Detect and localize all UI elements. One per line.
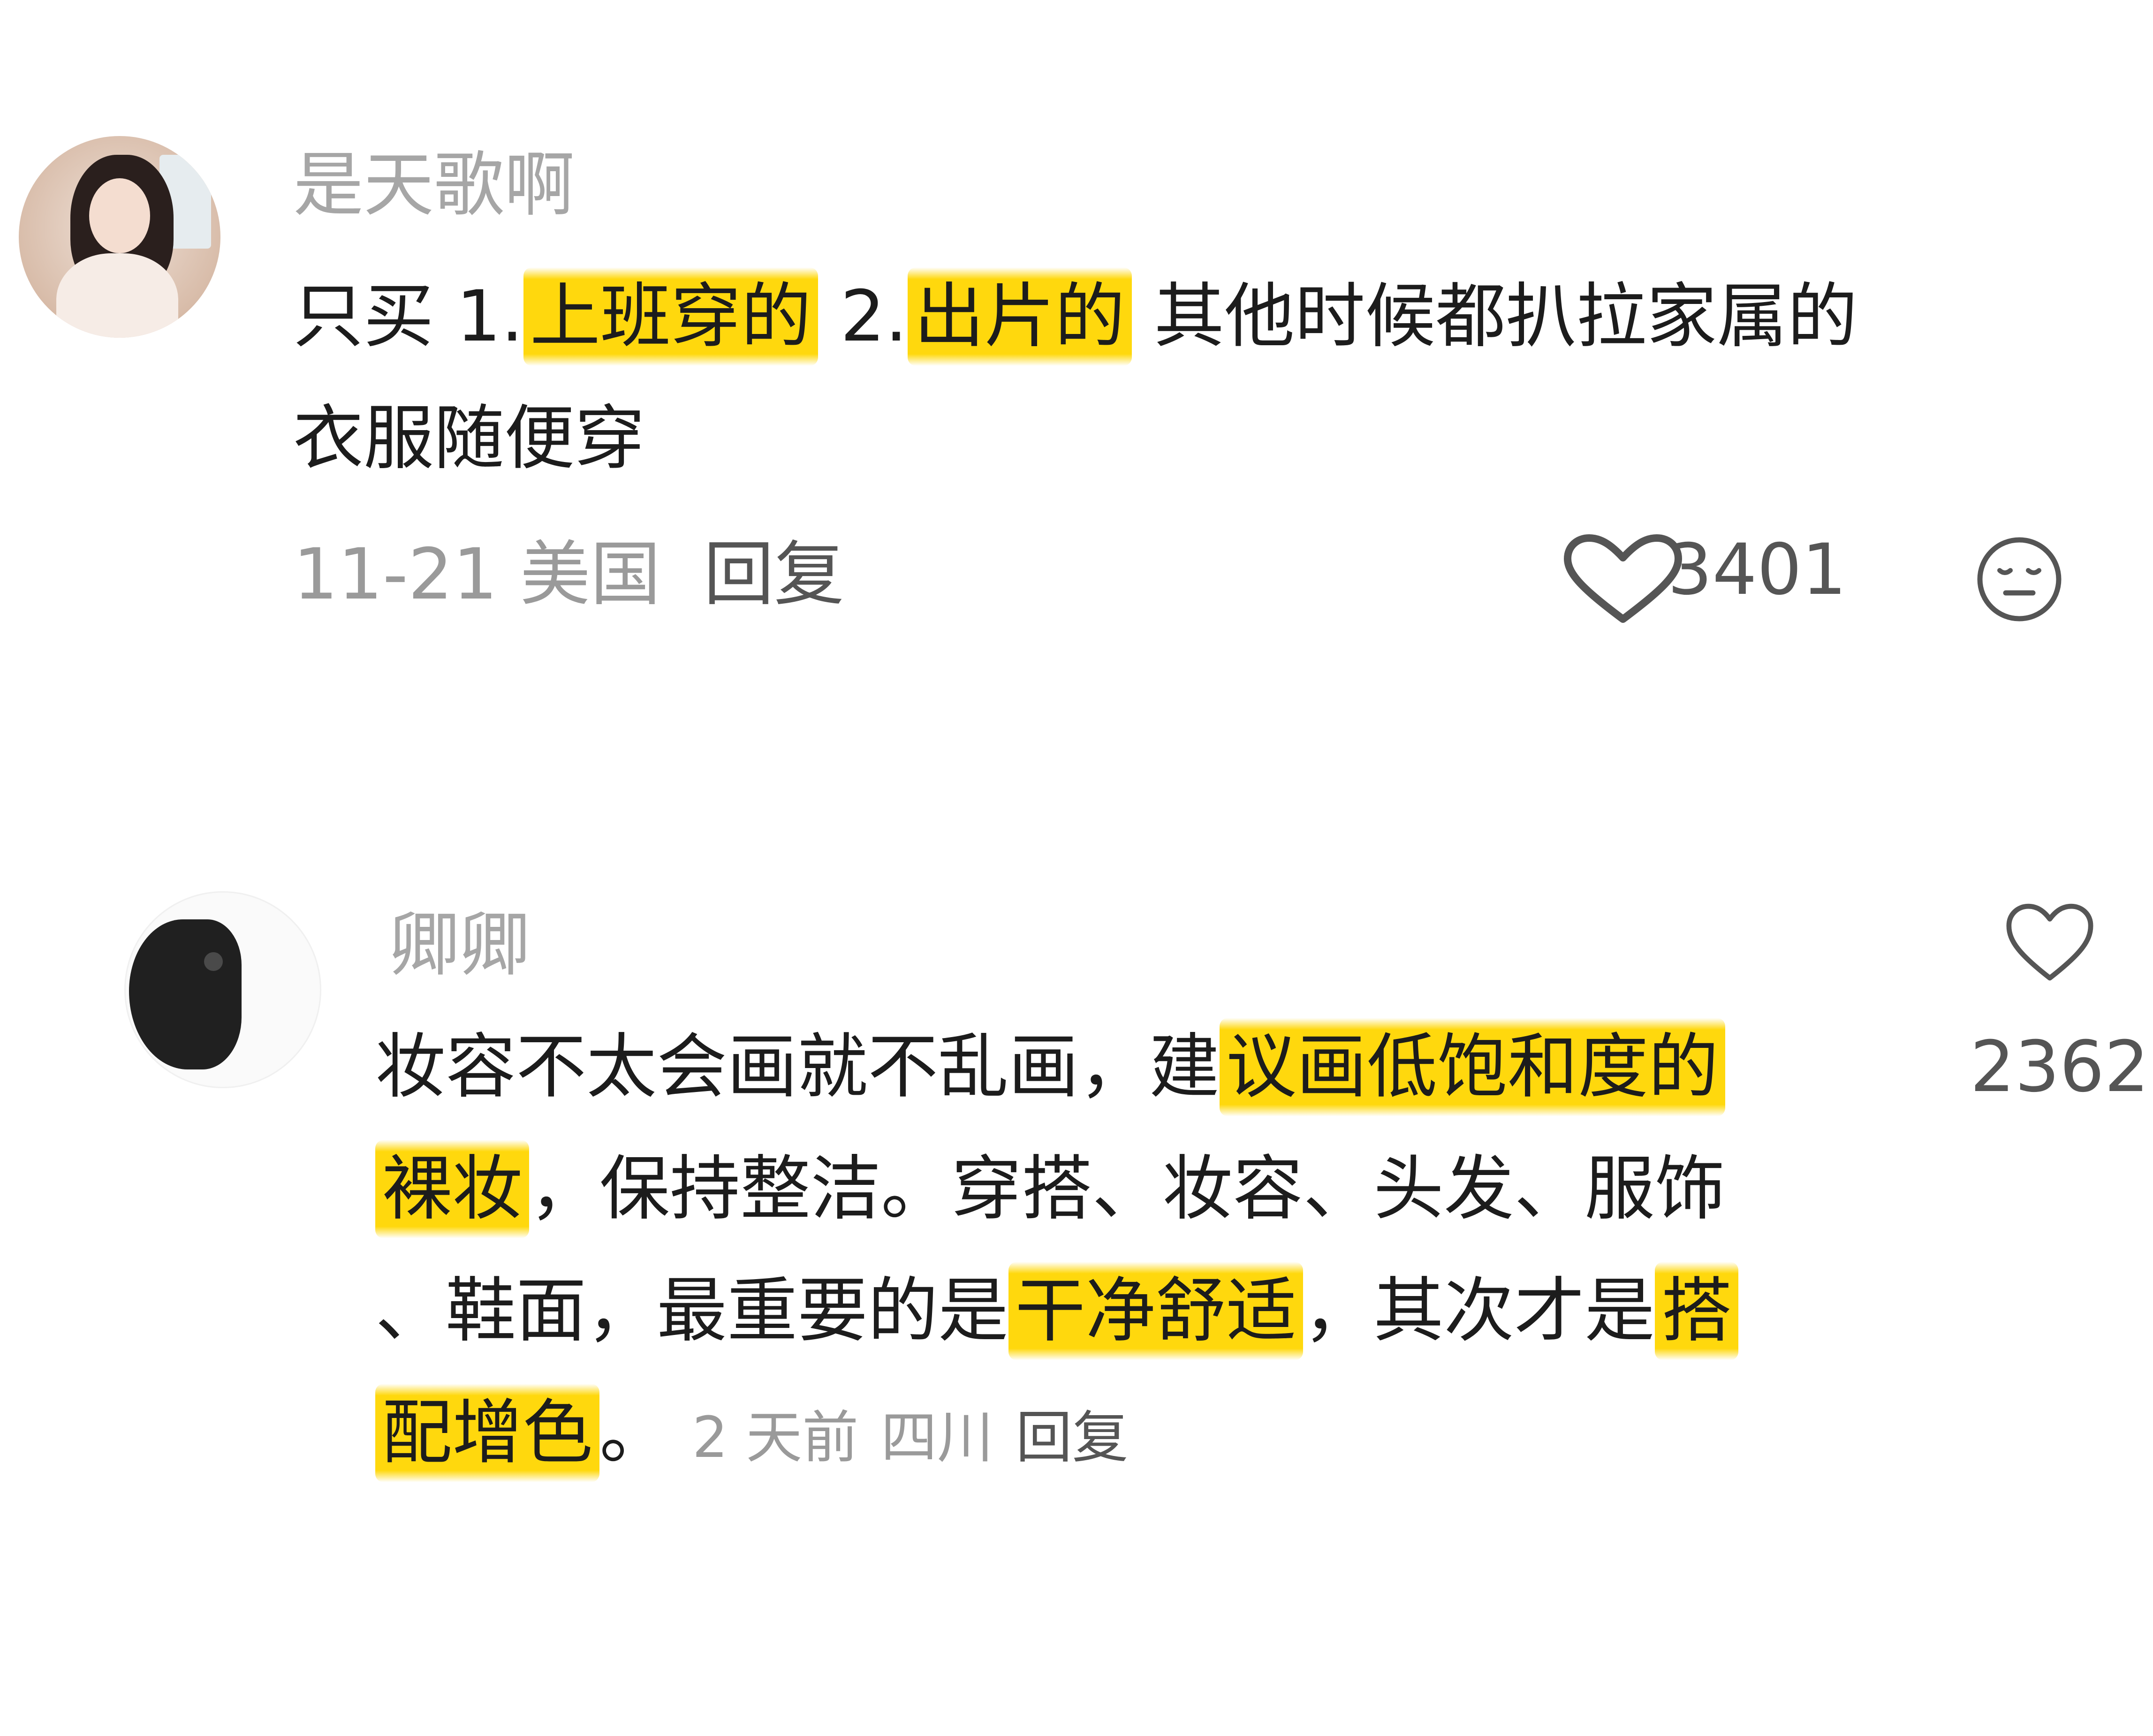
comment-text-line: 、鞋面，最重要的是干净舒适，其次才是搭 (375, 1262, 1739, 1360)
text-segment: 妆容不太会画就不乱画，建 (375, 1026, 1220, 1108)
comment-location: 美国 (520, 534, 661, 615)
comment-text-line: 妆容不太会画就不乱画，建议画低饱和度的 (375, 1018, 1726, 1116)
highlight-segment: 配增色 (375, 1384, 600, 1482)
highlight-segment: 干净舒适 (1008, 1262, 1304, 1360)
text-segment: ，其次才是 (1303, 1270, 1655, 1352)
text-segment: 只买 1. (293, 276, 523, 357)
highlight-segment: 裸妆 (375, 1140, 530, 1238)
text-segment: 其他时候都扒拉家属的 (1131, 276, 1858, 357)
heart-outline-icon[interactable] (2003, 901, 2097, 985)
avatar[interactable] (19, 136, 220, 338)
reply-button[interactable]: 回复 (704, 539, 844, 610)
like-count: 3401 (1668, 529, 1847, 611)
comment-text-line: 衣服随便穿 (293, 398, 645, 479)
text-segment: 。 (599, 1392, 670, 1474)
comment-location: 四川 (880, 1405, 993, 1471)
comment-text-line: 配增色。 2 天前 四川 回复 (375, 1384, 1129, 1482)
neutral-face-icon[interactable] (1975, 535, 2064, 624)
comment-time: 2 天前 (692, 1405, 859, 1471)
text-segment: 2. (818, 276, 908, 357)
reply-button[interactable]: 回复 (1016, 1405, 1129, 1471)
comment-text-line: 只买 1.上班穿的 2.出片的 其他时候都扒拉家属的 (293, 267, 1857, 366)
comment-username[interactable]: 卿卿 (389, 910, 530, 980)
comment-username[interactable]: 是天歌啊 (293, 150, 575, 220)
comment-date: 11-21 (293, 534, 498, 615)
highlight-segment: 搭 (1655, 1262, 1739, 1360)
highlight-segment: 上班穿的 (523, 267, 818, 366)
highlight-segment: 出片的 (907, 267, 1132, 366)
avatar[interactable] (124, 891, 321, 1088)
highlight-segment: 议画低饱和度的 (1220, 1018, 1726, 1116)
comment-meta: 11-21 美国 (293, 539, 661, 610)
like-count: 2362 (1970, 1026, 2149, 1108)
text-segment: ，保持整洁。穿搭、妆容、头发、服饰 (529, 1148, 1726, 1230)
comment-text-line: 裸妆，保持整洁。穿搭、妆容、头发、服饰 (375, 1140, 1725, 1238)
text-segment: 、鞋面，最重要的是 (375, 1270, 1009, 1352)
